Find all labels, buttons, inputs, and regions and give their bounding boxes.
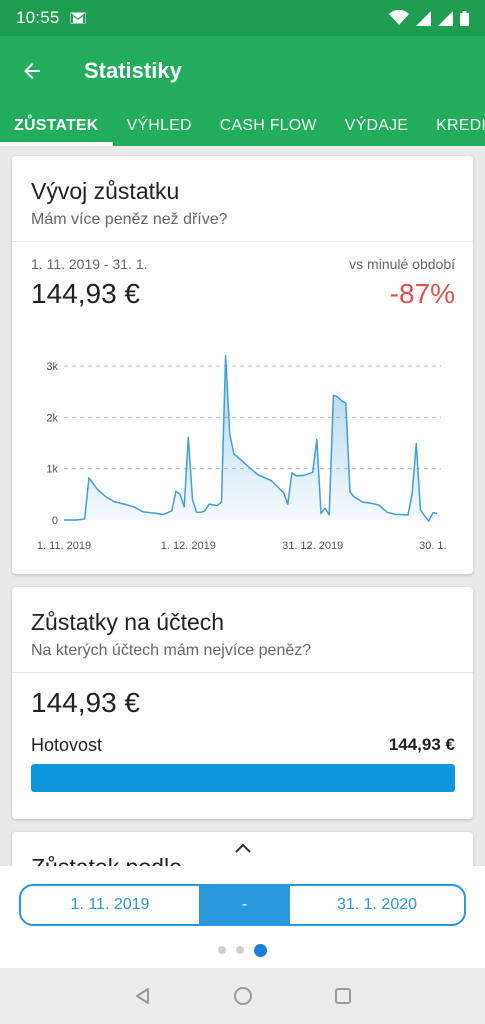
wifi-icon	[389, 10, 409, 25]
page-dot	[254, 943, 267, 957]
date-range-selector: 1. 11. 2019 - 31. 1. 2020	[19, 884, 466, 926]
account-value: 144,93 €	[388, 735, 455, 754]
tab-vydaje[interactable]: VÝDAJE	[331, 106, 422, 146]
card-subtitle: Mám více peněz než dříve?	[31, 211, 228, 228]
account-share-bar[interactable]	[31, 764, 455, 792]
date-from[interactable]: 1. 11. 2019	[21, 886, 199, 924]
balance-chart: 0 1k 2k 3k 1. 11. 2019 1. 12. 2019 31. 12. 201…	[37, 354, 447, 552]
nav-recents-button[interactable]	[328, 981, 358, 1011]
comparison-label: vs minulé období	[349, 256, 455, 272]
tab-vyhled[interactable]: VÝHLED	[113, 106, 206, 146]
tab-bar: ZŮSTATEK VÝHLED CASH FLOW VÝDAJE KREDIT	[0, 106, 485, 146]
chevron-up-icon	[235, 843, 251, 853]
nav-home-button[interactable]	[228, 981, 258, 1011]
total-amount: 144,93 €	[31, 687, 140, 718]
card-title: Vývoj zůstatku	[31, 178, 180, 204]
status-bar: 10:55	[0, 0, 485, 36]
app-bar: Statistiky	[0, 36, 485, 106]
y-tick-label: 2k	[46, 412, 58, 424]
tab-zustatek[interactable]: ZŮSTATEK	[0, 106, 113, 146]
tab-cash-flow[interactable]: CASH FLOW	[206, 106, 331, 146]
x-tick-label: 1. 11. 2019	[37, 540, 91, 552]
x-tick-label: 30. 1.	[419, 540, 447, 552]
signal-icon	[416, 10, 431, 26]
status-time: 10:55	[16, 8, 60, 27]
balance-area	[64, 355, 437, 521]
page-dot	[218, 946, 226, 954]
account-share-fill	[31, 764, 455, 792]
date-to[interactable]: 31. 1. 2020	[290, 886, 464, 924]
battery-icon	[460, 10, 469, 26]
balance-trend-card: Vývoj zůstatku Mám více peněz než dříve?…	[12, 156, 473, 574]
page-indicator	[0, 942, 485, 958]
system-nav-bar	[0, 968, 485, 1024]
status-left: 10:55	[16, 8, 86, 28]
content-scroll[interactable]: Vývoj zůstatku Mám více peněz než dříve?…	[0, 146, 485, 866]
signal-roaming-icon	[438, 10, 453, 26]
arrow-back-icon	[24, 63, 40, 79]
y-tick-label: 3k	[46, 361, 58, 373]
page-dot	[236, 946, 244, 954]
y-tick-label: 1k	[46, 464, 58, 476]
square-recents-icon	[334, 988, 351, 1004]
tab-kredit[interactable]: KREDIT	[422, 106, 485, 146]
account-balances-card: Zůstatky na účtech Na kterých účtech mám…	[12, 587, 473, 819]
account-name: Hotovost	[31, 735, 103, 755]
divider	[12, 672, 473, 673]
change-percent: -87%	[389, 278, 455, 309]
divider	[12, 241, 473, 242]
period-label: 1. 11. 2019 - 31. 1.	[31, 256, 148, 272]
triangle-back-icon	[135, 988, 149, 1004]
y-tick-label: 0	[52, 515, 58, 527]
page-title: Statistiky	[84, 58, 182, 83]
nav-back-button[interactable]	[128, 981, 158, 1011]
x-tick-label: 1. 12. 2019	[161, 540, 216, 552]
status-right	[389, 10, 469, 26]
gmail-icon	[70, 12, 86, 24]
circle-home-icon	[233, 987, 252, 1005]
date-separator: -	[199, 886, 290, 924]
back-button[interactable]	[0, 36, 64, 106]
balance-amount: 144,93 €	[31, 278, 140, 309]
card-subtitle: Na kterých účtech mám nejvíce peněz?	[31, 642, 312, 659]
card-title: Zůstatky na účtech	[31, 609, 225, 635]
x-tick-label: 31. 12. 2019	[282, 540, 343, 552]
